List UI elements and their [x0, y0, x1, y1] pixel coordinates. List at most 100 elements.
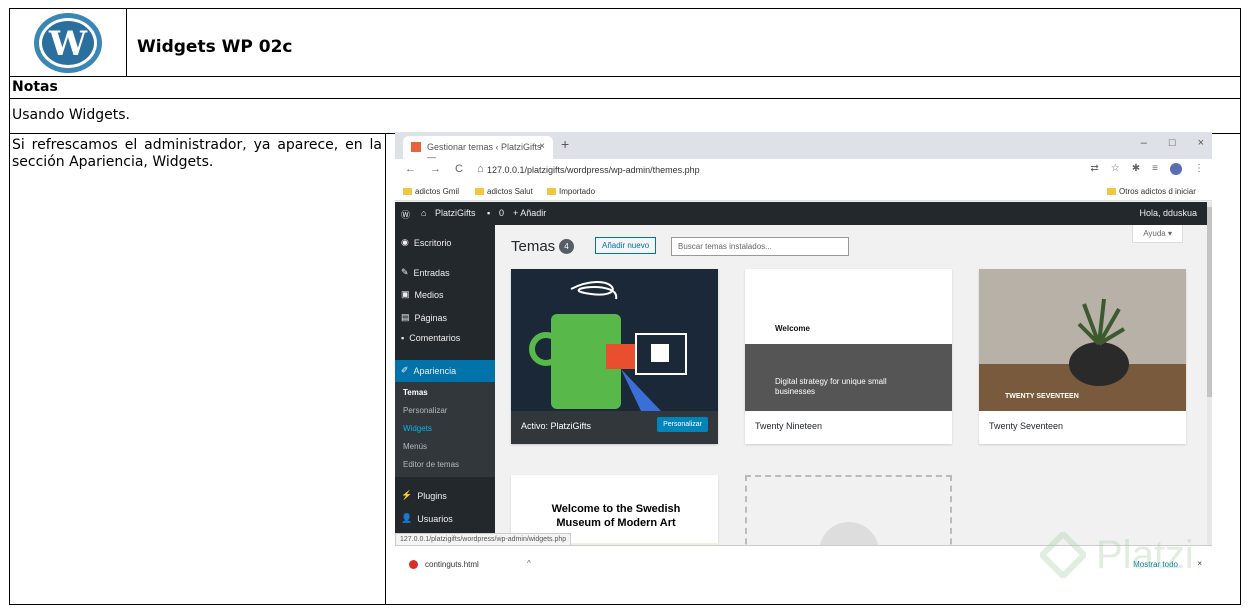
other-bookmarks[interactable]: Otros adictos d iniciar	[1107, 187, 1196, 196]
sidebar-item-pages[interactable]: ▤ Páginas	[401, 312, 447, 323]
notes-row: Usando Widgets.	[10, 98, 1240, 134]
download-file[interactable]: continguts.html	[425, 560, 479, 569]
chrome-icon	[409, 560, 418, 569]
theme-name: Twenty Nineteen	[755, 421, 823, 431]
user-icon: 👤	[401, 513, 413, 523]
reload-icon[interactable]: C	[455, 163, 463, 175]
sidebar-label: Plugins	[417, 490, 447, 501]
scrollbar-thumb[interactable]	[1207, 207, 1212, 397]
home-icon[interactable]: ⌂	[477, 163, 484, 175]
theme-card-twenty-nineteen[interactable]: Welcome Digital strategy for unique smal…	[745, 269, 952, 444]
sidebar-item-users[interactable]: 👤 Usuarios	[401, 513, 453, 524]
sidebar-item-dashboard[interactable]: ◉ Escritorio	[401, 237, 451, 248]
forward-icon[interactable]: →	[430, 163, 441, 175]
themes-heading: Temas	[511, 238, 556, 255]
url-field[interactable]: 127.0.0.1/platzigifts/wordpress/wp-admin…	[487, 165, 700, 175]
home-icon: ⌂	[421, 208, 427, 218]
preview-label: TWENTY SEVENTEEN	[1005, 393, 1079, 400]
step-description-cell: Si refrescamos el administrador, ya apar…	[10, 134, 386, 604]
wp-sidebar: ◉ Escritorio ✎ Entradas ▣ Medios ▤ Páginas ▪…	[395, 225, 495, 545]
customize-button[interactable]: Personalizar	[657, 417, 708, 432]
sidebar-label: Apariencia	[413, 365, 457, 376]
tab-close-icon[interactable]: ×	[539, 141, 545, 152]
theme-name: Twenty Seventeen	[989, 421, 1064, 431]
star-icon[interactable]: ☆	[1111, 163, 1120, 175]
watermark-text: Platzi	[1096, 532, 1194, 577]
add-theme-placeholder[interactable]	[745, 475, 952, 582]
theme-screenshot: TWENTY SEVENTEEN	[979, 269, 1186, 411]
folder-icon	[403, 188, 412, 195]
add-new-link[interactable]: + Añadir	[513, 208, 546, 218]
greeting[interactable]: Hola, dduskua	[1139, 208, 1197, 218]
platzi-watermark: Platzi	[1040, 532, 1194, 578]
brush-icon: ✐	[401, 365, 409, 375]
theme-card-twenty-seventeen[interactable]: TWENTY SEVENTEEN Twenty Seventeen	[979, 269, 1186, 444]
extension-icon[interactable]: ✱	[1132, 163, 1140, 175]
bookmark-label: adictos Salut	[487, 187, 533, 196]
submenu-menus[interactable]: Menús	[403, 442, 427, 451]
submenu-themes[interactable]: Temas	[403, 388, 428, 397]
translate-icon[interactable]: ⇄	[1090, 163, 1098, 175]
title-row: W Widgets WP 02c	[10, 9, 1240, 77]
preview-heading: Welcome	[775, 324, 810, 333]
site-name[interactable]: PlatziGifts	[435, 208, 476, 218]
bookmark-1[interactable]: adictos Gmil	[403, 187, 459, 196]
minimize-icon[interactable]: –	[1141, 137, 1147, 149]
page-title: Widgets WP 02c	[137, 37, 293, 57]
add-new-theme-button[interactable]: Añadir nuevo	[595, 237, 657, 254]
back-icon[interactable]: ←	[405, 163, 416, 175]
submenu-customize[interactable]: Personalizar	[403, 406, 447, 415]
platzigifts-illustration	[511, 269, 718, 411]
pin-icon: ✎	[401, 267, 409, 277]
folder-icon	[547, 188, 556, 195]
close-icon[interactable]: ×	[1198, 137, 1204, 149]
wp-logo-icon[interactable]: Ⓦ	[401, 208, 410, 221]
sidebar-label: Páginas	[414, 312, 448, 323]
platzi-logo-icon	[1040, 532, 1086, 578]
sidebar-item-posts[interactable]: ✎ Entradas	[401, 267, 450, 278]
avatar[interactable]	[1170, 163, 1182, 175]
bookmark-2[interactable]: adictos Salut	[475, 187, 533, 196]
theme-name: Activo: PlatziGifts	[521, 421, 592, 431]
bookmark-label: Importado	[559, 187, 596, 196]
theme-screenshot: Welcome Digital strategy for unique smal…	[745, 269, 952, 411]
step-description: Si refrescamos el administrador, ya apar…	[12, 137, 382, 170]
plant-photo	[979, 269, 1186, 411]
window-controls: – □ ×	[1141, 137, 1204, 149]
new-tab-button[interactable]: +	[561, 136, 569, 152]
maximize-icon[interactable]: □	[1169, 137, 1176, 149]
svg-text:W: W	[48, 24, 88, 64]
sidebar-label: Entradas	[413, 267, 450, 278]
themes-content: Temas 4 Añadir nuevo Buscar temas instal…	[495, 225, 1207, 582]
theme-search-input[interactable]: Buscar temas instalados...	[671, 237, 849, 256]
sidebar-item-comments[interactable]: ▪ Comentarios	[401, 333, 460, 343]
browser-tab[interactable]: Gestionar temas ‹ PlatziGifts — ×	[403, 136, 553, 162]
appearance-submenu: Temas Personalizar Widgets Menús Editor …	[395, 382, 495, 477]
browser-tabbar: Gestionar temas ‹ PlatziGifts — × + – □ …	[395, 132, 1212, 162]
dashboard-icon: ◉	[401, 237, 409, 247]
close-downloads-icon[interactable]: ×	[1197, 559, 1202, 568]
browser-screenshot: Gestionar temas ‹ PlatziGifts — × + – □ …	[395, 132, 1212, 585]
bookmark-3[interactable]: Importado	[547, 187, 595, 196]
sidebar-label: Medios	[414, 289, 444, 300]
submenu-theme-editor[interactable]: Editor de temas	[403, 460, 459, 469]
wordpress-icon: W	[34, 13, 102, 73]
menu-icon[interactable]: ⋮	[1194, 163, 1204, 175]
chevron-up-icon[interactable]: ^	[527, 559, 531, 568]
favicon-icon	[411, 142, 421, 152]
sidebar-label: Comentarios	[409, 333, 461, 343]
sidebar-item-appearance[interactable]: ✐ Apariencia	[401, 365, 456, 376]
theme-card-platzigifts[interactable]: Activo: PlatziGifts Personalizar	[511, 269, 718, 444]
reading-list-icon[interactable]: ≡	[1152, 163, 1158, 175]
comments-count[interactable]: 0	[499, 208, 504, 218]
sidebar-item-media[interactable]: ▣ Medios	[401, 289, 444, 300]
nav-buttons: ← → C ⌂	[405, 163, 484, 175]
address-bar: ← → C ⌂ 127.0.0.1/platzigifts/wordpress/…	[395, 159, 1212, 182]
help-button[interactable]: Ayuda ▾	[1132, 225, 1183, 243]
sidebar-item-plugins[interactable]: ⚡ Plugins	[401, 490, 447, 501]
notes-heading: Notas	[12, 79, 58, 95]
bookmarks-bar: adictos Gmil adictos Salut Importado Otr…	[395, 182, 1212, 201]
submenu-widgets[interactable]: Widgets	[403, 424, 432, 433]
sidebar-label: Escritorio	[413, 237, 452, 248]
folder-icon	[1107, 188, 1116, 195]
